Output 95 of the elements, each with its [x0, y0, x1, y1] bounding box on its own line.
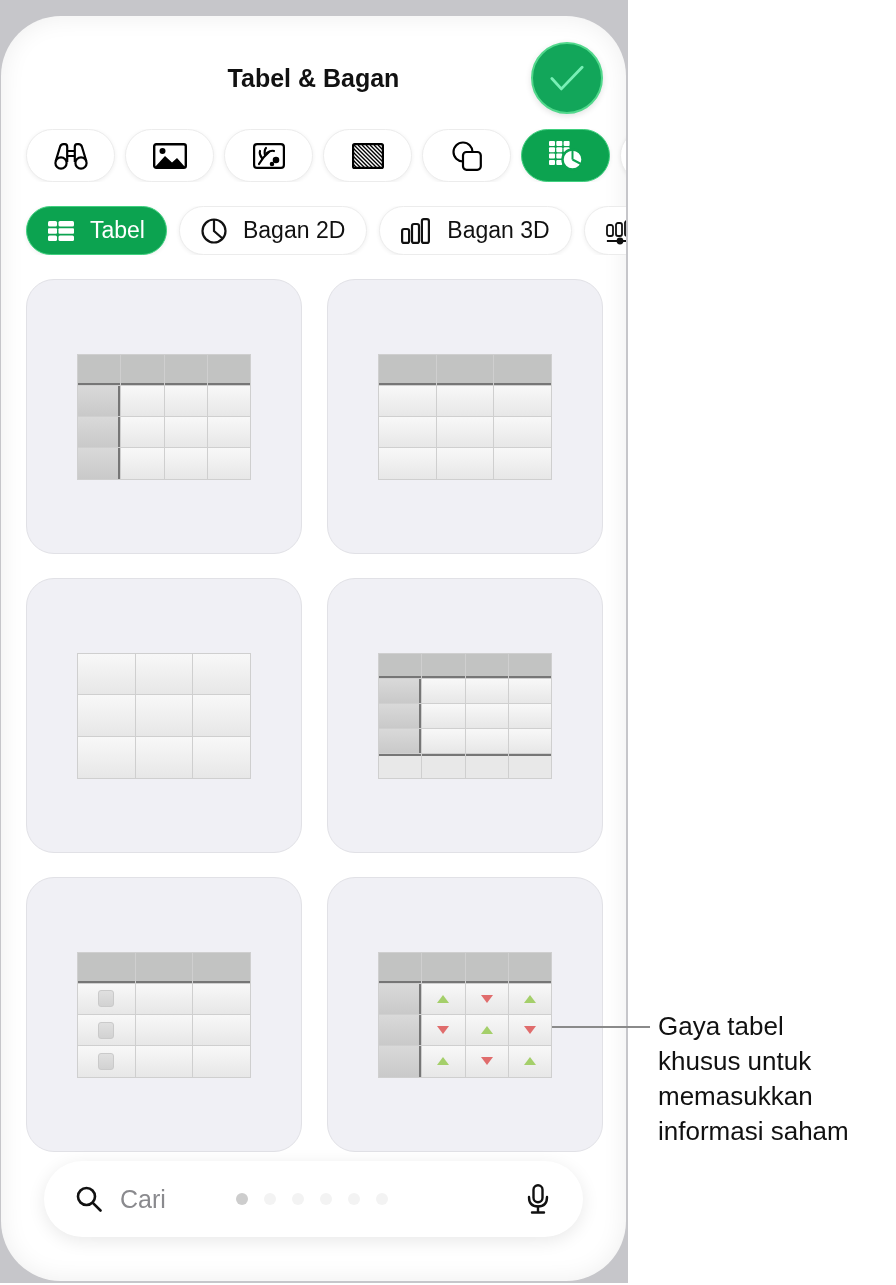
table-cell — [78, 653, 135, 695]
table-cell — [193, 695, 250, 736]
table-cell — [135, 1015, 193, 1046]
table-cell — [164, 417, 207, 448]
header-cell — [508, 952, 551, 983]
microphone-icon[interactable] — [527, 1184, 549, 1214]
row-header-cell — [379, 1046, 422, 1077]
footer-cell — [465, 753, 508, 778]
header-cell — [164, 354, 207, 385]
header-cell — [508, 653, 551, 678]
row-header-cell — [78, 385, 121, 416]
table-cell — [135, 695, 193, 736]
table-cell — [207, 385, 250, 416]
table-cell — [207, 448, 250, 479]
table-cell — [508, 703, 551, 728]
table-cell — [121, 385, 164, 416]
table-cell — [379, 448, 436, 479]
checkmark-icon — [550, 64, 584, 92]
table-cell — [193, 653, 250, 695]
header-cell — [193, 952, 250, 983]
header-cell — [422, 952, 465, 983]
table-cell — [135, 653, 193, 695]
sheet-title: Tabel & Bagan — [227, 63, 400, 93]
header-cell — [422, 653, 465, 678]
row-header-cell — [379, 703, 422, 728]
shapes-icon — [451, 140, 482, 171]
table-cell — [494, 417, 551, 448]
table-cell — [494, 448, 551, 479]
photo-icon — [152, 142, 187, 169]
table-cell — [422, 728, 465, 753]
search-icon — [76, 1186, 102, 1212]
table-cell — [422, 703, 465, 728]
header-cell — [379, 952, 422, 983]
footer-cell — [379, 753, 422, 778]
chart-type-tab[interactable]: Bagan 2D — [179, 206, 368, 255]
footer-cell — [508, 753, 551, 778]
callout-text: Gaya tabel khusus untuk memasukkan informasi saham — [658, 1010, 850, 1148]
binoculars-icon — [52, 141, 89, 170]
table-cell — [193, 1015, 250, 1046]
table-cell — [465, 728, 508, 753]
table-style-card[interactable] — [327, 877, 603, 1152]
done-button[interactable] — [531, 42, 603, 114]
table-cell — [164, 448, 207, 479]
table-cell — [121, 448, 164, 479]
header-cell — [379, 354, 436, 385]
table-cell — [135, 983, 193, 1014]
table-style-card[interactable] — [26, 279, 302, 554]
table-cell — [78, 695, 135, 736]
table-cell — [436, 385, 494, 416]
table-cell — [379, 385, 436, 416]
header-cell — [379, 653, 422, 678]
table-cell — [164, 385, 207, 416]
header-cell — [135, 952, 193, 983]
table-cell — [121, 417, 164, 448]
row-header-cell — [379, 983, 422, 1014]
table-cell — [78, 736, 135, 778]
table-cell — [465, 703, 508, 728]
header-cell — [465, 653, 508, 678]
table-cell — [465, 678, 508, 703]
row-header-cell — [78, 417, 121, 448]
framed-plant-icon — [252, 142, 285, 169]
bar-chart-icon — [401, 217, 432, 244]
table-cell — [135, 736, 193, 778]
header-cell — [207, 354, 250, 385]
header-cell — [78, 952, 135, 983]
row-header-cell — [379, 678, 422, 703]
table-cell — [193, 1046, 250, 1077]
footer-cell — [422, 753, 465, 778]
table-cell — [422, 678, 465, 703]
table-cell — [193, 983, 250, 1014]
table-cell — [207, 417, 250, 448]
table-style-card[interactable] — [26, 877, 302, 1152]
chart-type-tab[interactable]: Bagan 3D — [379, 206, 572, 255]
table-cell — [135, 1046, 193, 1077]
header-cell — [436, 354, 494, 385]
header-cell — [121, 354, 164, 385]
header-cell — [494, 354, 551, 385]
table-cell — [508, 728, 551, 753]
table-cell — [379, 417, 436, 448]
row-header-cell — [379, 728, 422, 753]
table-pie-icon — [547, 140, 584, 171]
pie-chart-icon — [201, 217, 227, 244]
hatched-rectangle-icon — [351, 142, 384, 169]
header-cell — [465, 952, 508, 983]
table-cell — [508, 678, 551, 703]
table-cell — [494, 385, 551, 416]
header-cell — [78, 354, 121, 385]
table-icon — [48, 220, 74, 241]
table-cell — [436, 448, 494, 479]
table-cell — [193, 736, 250, 778]
row-header-cell — [379, 1015, 422, 1046]
table-style-card[interactable] — [327, 279, 603, 554]
search-field[interactable]: Cari — [120, 1184, 226, 1214]
table-cell — [436, 417, 494, 448]
row-header-cell — [78, 448, 121, 479]
